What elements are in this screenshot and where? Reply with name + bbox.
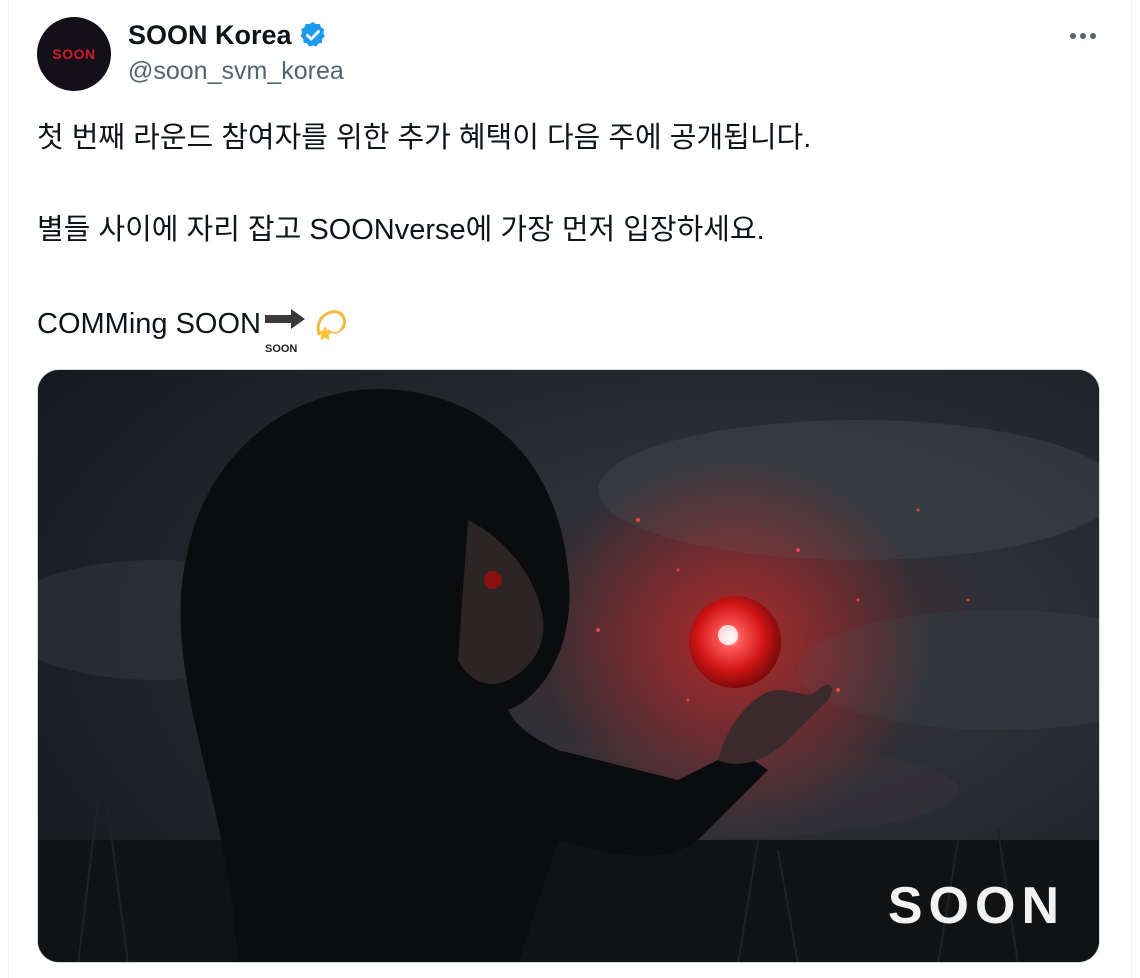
display-name[interactable]: SOON Korea [128,18,292,52]
soon-wordmark: SOON [887,877,1065,935]
verified-badge-icon [298,20,328,50]
user-handle[interactable]: @soon_svm_korea [128,57,344,86]
soon-arrow-icon: SOON [263,304,309,355]
soon-emoji-label: SOON [264,343,298,355]
tweet-text-line-2: 별들 사이에 자리 잡고 SOONverse에 가장 먼저 입장하세요. [37,214,765,246]
avatar[interactable]: SOON [37,17,111,91]
dizzy-star-icon [311,304,351,344]
anime-girl-red-orb-illustration [38,370,1099,962]
tweet-text-line-3: COMMing SOON SOON [37,304,351,355]
author-name-row: SOON Korea [128,18,328,52]
avatar-logo-text: SOON [52,46,96,62]
more-dots-icon [1070,33,1096,39]
tweet-image[interactable]: SOON [37,369,1100,963]
coming-soon-text: COMMing SOON [37,308,261,340]
tweet-text-line-1: 첫 번째 라운드 참여자를 위한 추가 혜택이 다음 주에 공개됩니다. [37,122,812,154]
more-options-button[interactable] [1066,22,1100,50]
